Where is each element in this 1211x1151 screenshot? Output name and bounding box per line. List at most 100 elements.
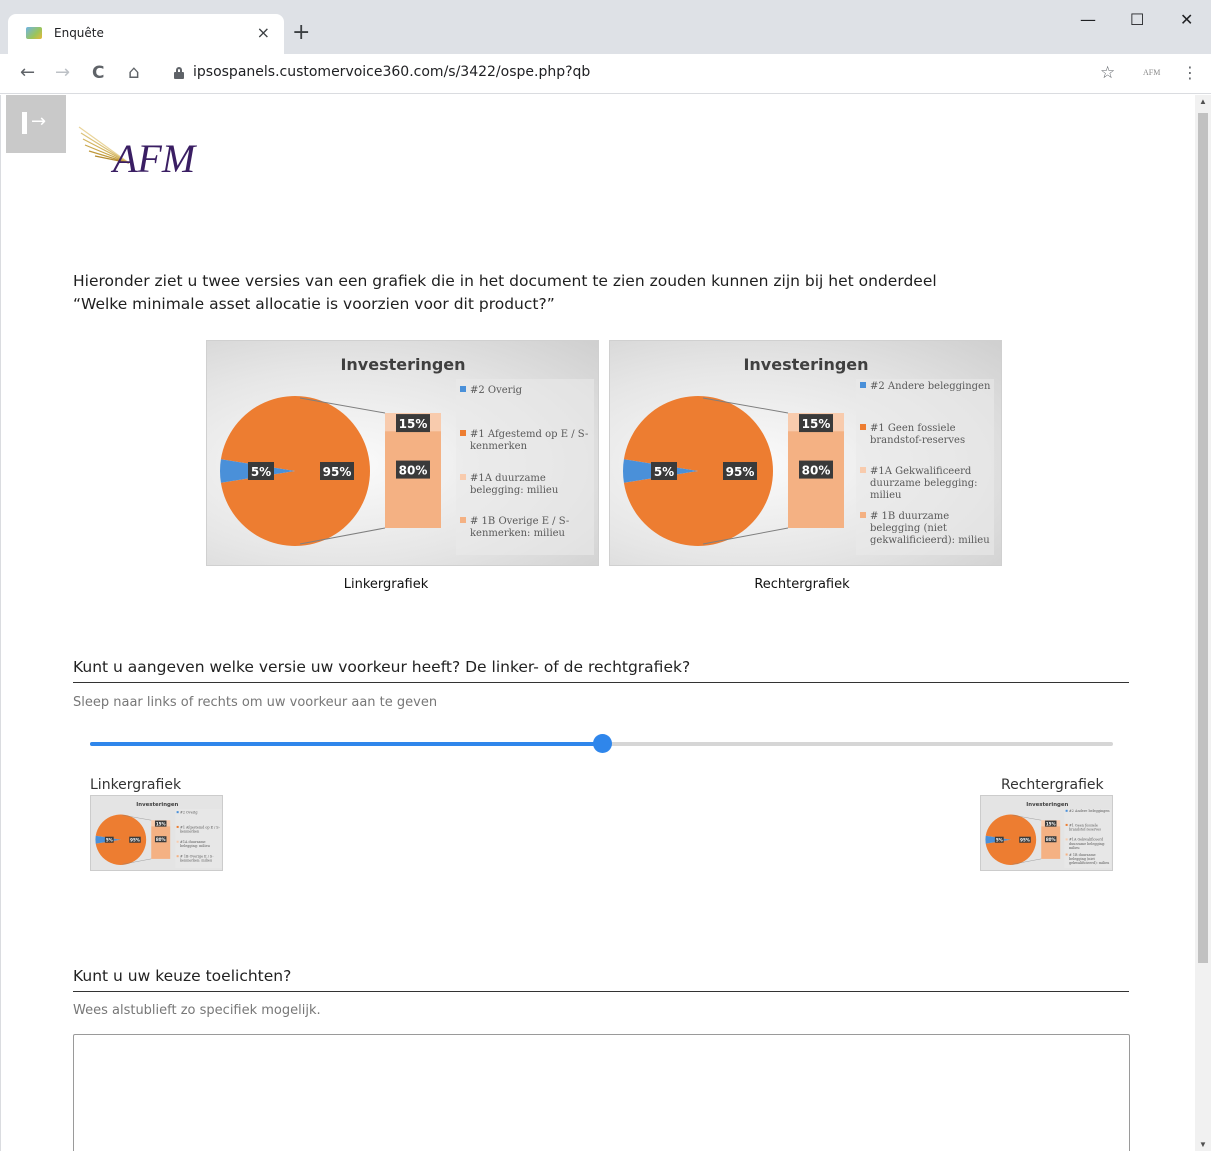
forward-icon[interactable]: →	[55, 62, 70, 84]
legend-text: #2 Andere beleggingen	[1069, 809, 1110, 813]
bookmark-star-icon[interactable]: ☆	[1100, 63, 1115, 83]
address-bar[interactable]: ipsospanels.customervoice360.com/s/3422/…	[193, 64, 590, 80]
legend-text: belegging: milieu	[180, 844, 211, 848]
left-chart-thumbnail: Investeringen 5% 95% 15% 80% #2 Overig #1 Afge…	[90, 795, 223, 871]
legend-swatch	[176, 840, 179, 843]
legend-text: #1A Gekwalificeerd	[1069, 838, 1104, 842]
data-label-large: 95%	[323, 465, 352, 479]
data-label-small: 5%	[251, 465, 271, 479]
explain-question: Kunt u uw keuze toelichten?	[73, 967, 1129, 992]
legend-swatch	[176, 811, 179, 814]
legend-text: duurzame belegging:	[1069, 842, 1105, 846]
legend-text: belegging: milieu	[470, 485, 559, 496]
legend-text: brandstof-reserves	[870, 435, 965, 446]
reload-icon[interactable]: C	[92, 62, 104, 84]
legend-swatch	[460, 474, 466, 480]
legend-text: # 1B duurzame	[870, 511, 949, 522]
bar-segment-80	[151, 826, 171, 859]
data-label-top-segment: 15%	[399, 417, 428, 431]
legend-swatch	[860, 467, 866, 473]
scroll-down-icon[interactable]: ▼	[1199, 1140, 1207, 1149]
data-label-small: 5%	[106, 837, 113, 842]
exit-survey-button[interactable]: →	[6, 95, 66, 153]
chart-title: Investeringen	[1026, 802, 1068, 808]
right-thumbnail-svg: Investeringen 5% 95% 15% 80% #2 Andere belegg…	[985, 802, 1111, 868]
legend-swatch	[460, 517, 466, 523]
right-chart-caption: Rechtergrafiek	[754, 577, 850, 592]
data-label-bottom-segment: 80%	[399, 464, 428, 478]
left-chart-caption: Linkergrafiek	[343, 577, 429, 592]
legend-text: # 1B duurzame	[1069, 853, 1096, 857]
legend-text: #1 Geen fossiele	[870, 423, 956, 434]
right-chart-thumbnail: Investeringen 5% 95% 15% 80% #2 Andere belegg…	[980, 795, 1113, 871]
close-window-icon[interactable]: ✕	[1180, 10, 1193, 29]
data-label-large: 95%	[726, 465, 755, 479]
legend-text: #2 Overig	[180, 810, 198, 814]
logo-text: AFM	[113, 136, 196, 181]
chart-title: Investeringen	[340, 355, 465, 374]
chart-title: Investeringen	[136, 802, 178, 808]
minimize-icon[interactable]: —	[1080, 10, 1096, 29]
browser-menu-icon[interactable]: ⋮	[1182, 63, 1198, 82]
afm-logo: AFM	[77, 125, 217, 185]
bar-segment-80	[385, 431, 441, 528]
slider-right-label: Rechtergrafiek	[1001, 777, 1104, 793]
scroll-up-icon[interactable]: ▲	[1199, 97, 1207, 106]
preference-question: Kunt u aangeven welke versie uw voorkeur…	[73, 658, 1129, 683]
tab-strip: Enquête × + — ☐ ✕	[0, 0, 1211, 54]
data-label-large: 95%	[1020, 837, 1030, 842]
intro-text: Hieronder ziet u twee versies van een gr…	[73, 270, 1133, 316]
tab-title: Enquête	[54, 26, 104, 40]
legend-text: milieu	[1069, 846, 1080, 850]
legend-text: # 1B Overige E / S-	[180, 855, 213, 859]
left-thumbnail-svg: Investeringen 5% 95% 15% 80% #2 Overig #1 Afge…	[95, 802, 222, 868]
chart-title: Investeringen	[743, 355, 868, 374]
legend-text: gekwalificieerd): milieu	[870, 535, 990, 546]
explain-textarea[interactable]	[73, 1034, 1130, 1151]
right-chart-svg: Investeringen 5% 95% 15% 80% #2 Andere belegg…	[623, 355, 994, 555]
bar-segment-80	[788, 431, 844, 528]
legend-swatch	[1065, 809, 1068, 812]
explain-hint: Wees alstublieft zo specifiek mogelijk.	[73, 1003, 321, 1018]
page-content: → AFM Hieronder ziet u twee versies van …	[0, 95, 1195, 1151]
new-tab-icon[interactable]: +	[292, 20, 310, 46]
afm-extension-icon[interactable]: AFM	[1143, 68, 1160, 77]
legend-text: #1A duurzame	[180, 840, 206, 844]
data-label-top-segment: 15%	[156, 821, 166, 826]
legend-swatch	[176, 855, 179, 858]
legend-swatch	[460, 386, 466, 392]
legend-swatch	[860, 424, 866, 430]
legend-text: kenmerken	[470, 441, 528, 452]
home-icon[interactable]: ⌂	[128, 62, 139, 84]
tab-close-icon[interactable]: ×	[257, 23, 270, 42]
legend-swatch	[1065, 838, 1068, 841]
legend-text: gekwalificieerd): milieu	[1069, 861, 1110, 865]
intro-line-2: “Welke minimale asset allocatie is voorz…	[73, 295, 555, 313]
data-label-bottom-segment: 80%	[1046, 837, 1056, 842]
preference-slider[interactable]	[90, 733, 1113, 753]
browser-toolbar: ← → C ⌂ ipsospanels.customervoice360.com…	[0, 54, 1211, 94]
legend-swatch	[860, 382, 866, 388]
legend-text: #2 Andere beleggingen	[870, 381, 991, 392]
exit-door-icon	[22, 112, 27, 134]
right-chart: Investeringen 5% 95% 15% 80% #2 Andere belegg…	[609, 340, 1002, 566]
data-label-small: 5%	[654, 465, 674, 479]
scroll-thumb[interactable]	[1198, 113, 1208, 963]
legend-text: belegging (niet	[870, 523, 947, 534]
data-label-top-segment: 15%	[1046, 821, 1056, 826]
legend-text: # 1B Overige E / S-	[470, 516, 569, 527]
slider-left-label: Linkergrafiek	[90, 777, 182, 793]
lock-icon[interactable]	[174, 67, 184, 79]
page-scrollbar[interactable]: ▲ ▼	[1195, 95, 1211, 1151]
maximize-icon[interactable]: ☐	[1130, 10, 1144, 29]
browser-tab[interactable]: Enquête ×	[8, 14, 284, 54]
data-label-small: 5%	[996, 837, 1003, 842]
legend-text: kenmerken	[180, 829, 200, 833]
legend-text: #1 Afgestemd op E / S-	[180, 825, 220, 829]
back-icon[interactable]: ←	[20, 62, 35, 84]
slider-handle[interactable]	[592, 734, 612, 753]
legend-text: #1A Gekwalificeerd	[870, 466, 972, 477]
exit-arrow-icon: →	[31, 111, 47, 132]
preference-hint: Sleep naar links of rechts om uw voorkeu…	[73, 695, 438, 710]
legend-swatch	[1065, 853, 1068, 856]
